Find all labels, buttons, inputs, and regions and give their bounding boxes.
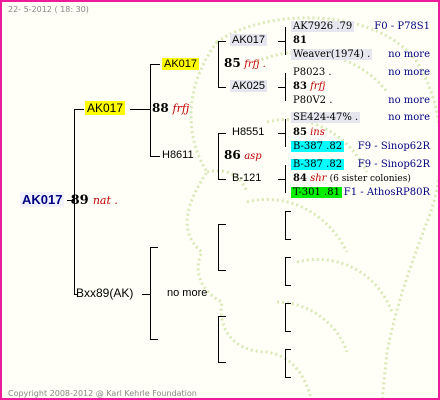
g4-6-right: no more bbox=[388, 95, 430, 106]
ss-score: 85 bbox=[224, 56, 241, 70]
g4-7-name: SE424-47% . bbox=[291, 112, 361, 123]
sire-desc: frfj bbox=[172, 102, 190, 115]
g4-row-8: 85 ins bbox=[293, 126, 325, 139]
g4-4-right: no more bbox=[388, 67, 430, 78]
pedigree-frame: 22- 5-2012 ( 18: 30) AK017 89 nat . AK01… bbox=[0, 0, 440, 400]
g4-row-12: T-301 .81 bbox=[291, 186, 342, 199]
g4-3-right: no more bbox=[388, 49, 430, 60]
sire-name: AK017 bbox=[85, 101, 126, 115]
g4-8-desc: ins bbox=[310, 127, 325, 138]
g4-row-1: AK7926 .79 bbox=[291, 20, 355, 33]
g4-row-5: 83 frfj bbox=[293, 80, 325, 93]
g4-7-right: no more bbox=[388, 112, 430, 123]
copyright: Copyright 2008-2012 @ Karl Kehrle Founda… bbox=[8, 389, 197, 398]
sire-score-desc: 88 frfj bbox=[152, 101, 190, 116]
g4-6-name: P80V2 . bbox=[293, 95, 333, 106]
sd-score-desc: 86 asp bbox=[224, 149, 262, 163]
g4-4-name: P8023 . bbox=[293, 67, 332, 78]
g4-row-9: B-387 .82 bbox=[291, 140, 345, 153]
g4-9-name: B-387 .82 bbox=[291, 141, 345, 152]
ssd-name: AK025 bbox=[230, 80, 268, 92]
g4-11-score: 84 bbox=[293, 173, 307, 184]
g4-5-desc: frfj bbox=[310, 81, 326, 92]
dam-name: Bxx89(AK) bbox=[76, 286, 134, 300]
ssd-node: AK025 bbox=[230, 80, 268, 93]
g4-2-score: 81 bbox=[293, 35, 307, 46]
g4-9-right: F9 - Sinop62R bbox=[357, 141, 430, 152]
g4-row-3: Weaver(1974) . bbox=[291, 48, 373, 61]
g4-1-name: AK7926 .79 bbox=[291, 21, 355, 32]
g4-5-score: 83 bbox=[293, 81, 307, 92]
dam-no-more: no more bbox=[167, 287, 208, 299]
g4-row-10: B-387 .82 bbox=[291, 158, 345, 171]
ss-desc: frfj . bbox=[244, 59, 266, 70]
g4-12-right: F1 - AthosRP80R bbox=[343, 187, 430, 198]
g4-10-right: F9 - Sinop62R bbox=[357, 159, 430, 170]
g4-10-name: B-387 .82 bbox=[291, 159, 345, 170]
sd-score: 86 bbox=[224, 148, 241, 162]
sss-name: AK017 bbox=[230, 34, 268, 46]
sds-name: H8551 bbox=[232, 126, 265, 138]
ss-name: AK017 bbox=[162, 58, 200, 70]
g4-row-11: 84 shr (6 sister colonies) bbox=[293, 172, 411, 186]
g4-3-name: Weaver(1974) . bbox=[291, 49, 373, 60]
ss-score-desc: 85 frfj . bbox=[224, 57, 266, 71]
g4-8-score: 85 bbox=[293, 127, 307, 138]
g4-11-note: (6 sister colonies) bbox=[329, 174, 411, 184]
g4-11-desc: shr bbox=[310, 173, 327, 184]
sire-score: 88 bbox=[152, 101, 169, 115]
g4-row-7: SE424-47% . bbox=[291, 111, 361, 124]
sd-desc: asp bbox=[244, 151, 262, 162]
sdd-name: B-121 bbox=[232, 172, 262, 184]
ss-node: AK017 bbox=[162, 57, 200, 71]
report-date: 22- 5-2012 ( 18: 30) bbox=[8, 5, 89, 14]
sss-node: AK017 bbox=[230, 34, 268, 47]
sd-name: H8611 bbox=[162, 149, 194, 161]
root-name: AK017 bbox=[20, 192, 65, 207]
g4-1-right: F0 - P78S1 bbox=[374, 21, 430, 32]
g4-12-name: T-301 .81 bbox=[291, 187, 342, 198]
sire-node: AK017 bbox=[85, 101, 126, 115]
root-desc: nat . bbox=[92, 194, 118, 207]
